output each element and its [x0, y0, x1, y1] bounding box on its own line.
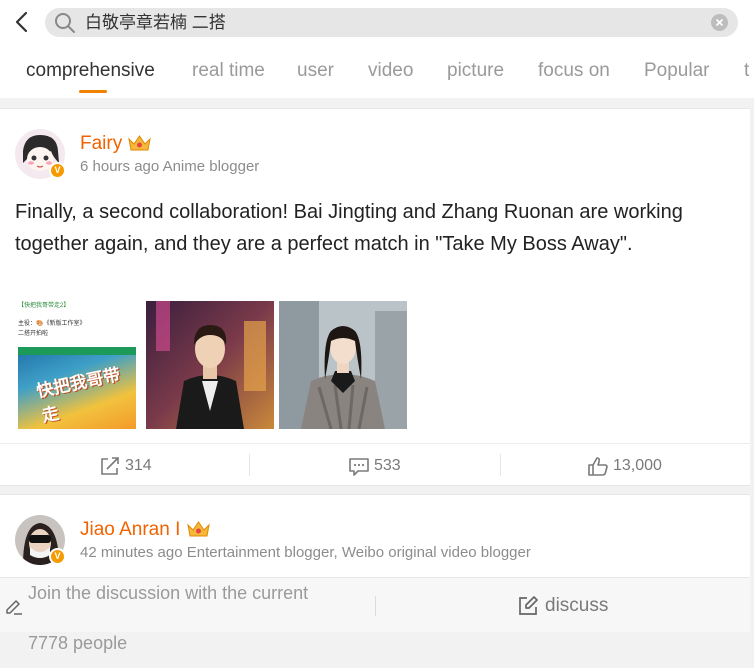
discuss-label: discuss [545, 595, 609, 616]
like-button[interactable]: 13,000 [587, 456, 662, 476]
post-actions: 314 533 13,000 [0, 443, 750, 487]
divider [500, 454, 501, 476]
active-tab-indicator [79, 90, 107, 93]
repost-count: 314 [125, 457, 152, 474]
search-bar[interactable]: 白敬亭章若楠 二搭 [45, 8, 738, 37]
tab-popular[interactable]: Popular [644, 60, 710, 82]
repost-icon [101, 457, 119, 475]
clear-icon[interactable] [711, 14, 728, 31]
tab-picture[interactable]: picture [447, 60, 504, 82]
top-bar: 白敬亭章若楠 二搭 [0, 0, 754, 45]
like-count: 13,000 [613, 457, 662, 474]
crown-icon [187, 521, 210, 537]
poster-line: 主役：🎨《新版工作室》 [18, 321, 86, 327]
post-text: Finally, a second collaboration! Bai Jin… [15, 201, 683, 255]
discussion-input[interactable]: Join the discussion with the current 777… [28, 568, 378, 668]
tab-user[interactable]: user [297, 60, 334, 82]
post-meta: 6 hours ago Anime blogger [80, 158, 260, 175]
back-arrow-icon[interactable] [12, 10, 32, 34]
comment-count: 533 [374, 457, 401, 474]
divider [249, 454, 250, 476]
comment-icon [349, 458, 369, 476]
discuss-button[interactable]: discuss [517, 595, 608, 617]
tab-focus-on[interactable]: focus on [538, 60, 610, 82]
tab-video[interactable]: video [368, 60, 413, 82]
repost-button[interactable]: 314 [99, 456, 152, 476]
post-card[interactable]: V Fairy 6 hours ago Anime blogger Finall… [0, 108, 750, 486]
poster-line: 【快把我哥带走2】 [18, 303, 70, 309]
poster-line: 二搭开拍啦 [18, 331, 49, 337]
post-image[interactable] [146, 301, 274, 429]
pen-icon [6, 600, 22, 615]
search-icon [55, 13, 75, 33]
verified-icon: V [49, 548, 66, 565]
post-image[interactable] [279, 301, 407, 429]
post-image[interactable]: 【快把我哥带走2】 主役：🎨《新版工作室》 二搭开拍啦 快把我哥带走 [18, 301, 146, 429]
post-meta: 42 minutes ago Entertainment blogger, We… [80, 544, 531, 561]
author-name[interactable]: Jiao Anran I [80, 519, 180, 541]
search-input[interactable]: 白敬亭章若楠 二搭 [85, 13, 226, 33]
poster-title: 快把我哥带走 [34, 364, 123, 427]
tab-real-time[interactable]: real time [192, 60, 265, 82]
filter-tabs: comprehensive real time user video pictu… [0, 45, 754, 98]
crown-icon [128, 135, 151, 151]
tab-comprehensive[interactable]: comprehensive [26, 60, 155, 82]
edit-icon [519, 596, 538, 615]
like-icon [588, 457, 608, 476]
tab-more[interactable]: t [744, 60, 749, 82]
discussion-placeholder: Join the discussion with the current [28, 583, 309, 603]
discussion-placeholder-count: 7778 people [28, 633, 128, 653]
verified-icon: V [49, 162, 66, 179]
comment-button[interactable]: 533 [348, 456, 401, 476]
author-name[interactable]: Fairy [80, 133, 122, 155]
